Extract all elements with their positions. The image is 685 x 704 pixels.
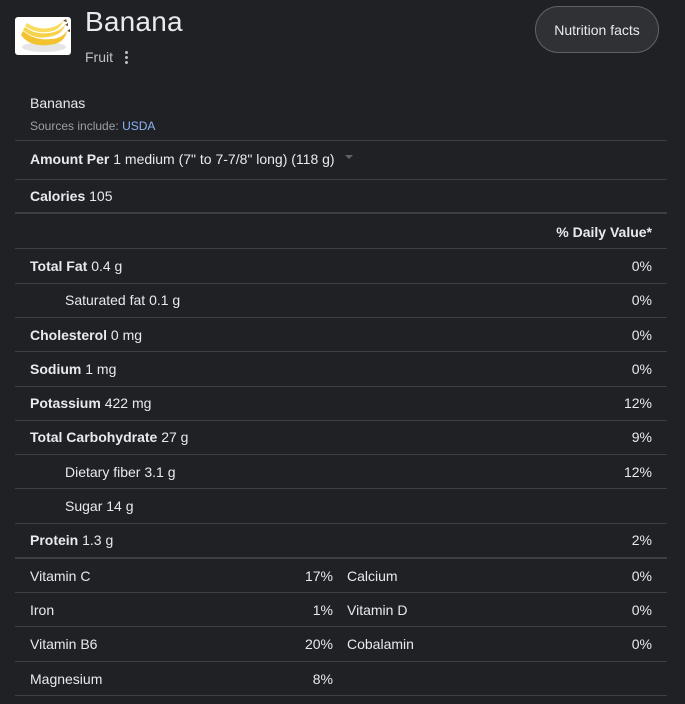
nutrition-facts-button[interactable]: Nutrition facts [535,6,659,53]
more-vert-icon[interactable] [123,50,130,65]
vitamin-pct: 0% [631,636,652,652]
vitamin-name: Vitamin C [30,568,91,584]
nutrient-amount: 1 mg [85,361,117,377]
vitamin-name: Cobalamin [347,636,414,652]
nutrient-amount: 0 mg [110,327,143,343]
divider [15,351,667,352]
caret-down-icon [344,155,353,160]
divider [15,592,667,593]
divider-thick [15,212,667,214]
divider [15,248,667,249]
nutrient-pct: 0% [631,327,652,343]
vitamin-pct: 0% [631,602,652,618]
vitamin-pct: 17% [304,568,333,584]
nutrient-label: Protein [30,532,79,548]
calories-value: 105 [89,188,113,204]
divider [15,420,667,421]
source-link-usda[interactable]: USDA [122,119,155,133]
amount-label: Amount Per [30,151,110,167]
nutrient-amount: 3.1 g [144,464,176,480]
nutrient-amount: 0.1 g [149,292,181,308]
calories-label: Calories [30,188,86,204]
knowledge-header: Banana Fruit Nutrition facts [0,0,685,80]
nutrient-label: Total Carbohydrate [30,429,158,445]
nutrient-label: Dietary fiber [65,464,141,480]
vitamin-name: Iron [30,602,55,618]
amount-value: 1 medium (7" to 7-7/8" long) (118 g) [113,151,335,167]
nutrient-pct: 2% [631,532,652,548]
divider [15,179,667,180]
daily-value-header: % Daily Value* [556,224,652,240]
nutrient-label: Saturated fat [65,292,146,308]
nutrient-pct: 0% [631,292,652,308]
divider [15,317,667,318]
sources-prefix: Sources include: [30,119,119,133]
entity-title: Banana [85,6,183,37]
entity-category: Fruit [85,49,113,65]
nutrient-pct: 0% [631,258,652,274]
divider [15,523,667,524]
nutrient-label: Total Fat [30,258,88,274]
vitamin-name: Vitamin D [347,602,408,618]
banana-thumbnail[interactable] [15,17,71,55]
nutrient-pct: 0% [631,361,652,377]
divider [15,140,667,141]
divider [15,386,667,387]
divider [15,695,667,696]
nutrient-amount: 422 mg [104,395,152,411]
nutrient-label: Sodium [30,361,82,377]
nutrient-pct: 12% [623,395,652,411]
vitamin-pct: 20% [304,636,333,652]
nutrient-pct: 12% [623,464,652,480]
divider-thick [15,557,667,559]
divider [15,626,667,627]
entity-subtitle: Fruit [85,49,130,65]
vitamin-name: Vitamin B6 [30,636,98,652]
divider [15,454,667,455]
nutrient-pct: 9% [631,429,652,445]
nutrient-amount: 27 g [161,429,189,445]
nutrient-amount: 0.4 g [91,258,123,274]
vitamin-name: Magnesium [30,671,103,687]
food-name: Bananas [30,95,86,111]
vitamin-pct: 0% [631,568,652,584]
vitamin-pct: 1% [312,602,333,618]
nutrient-label: Potassium [30,395,101,411]
nutrient-amount: 1.3 g [82,532,114,548]
nutrient-label: Sugar [65,498,103,514]
divider [15,283,667,284]
vitamin-pct: 8% [312,671,333,687]
nutrient-label: Cholesterol [30,327,108,343]
sources-line: Sources include: USDA [30,119,155,133]
vitamin-name: Calcium [347,568,398,584]
divider [15,661,667,662]
divider [15,488,667,489]
nutrient-amount: 14 g [106,498,134,514]
